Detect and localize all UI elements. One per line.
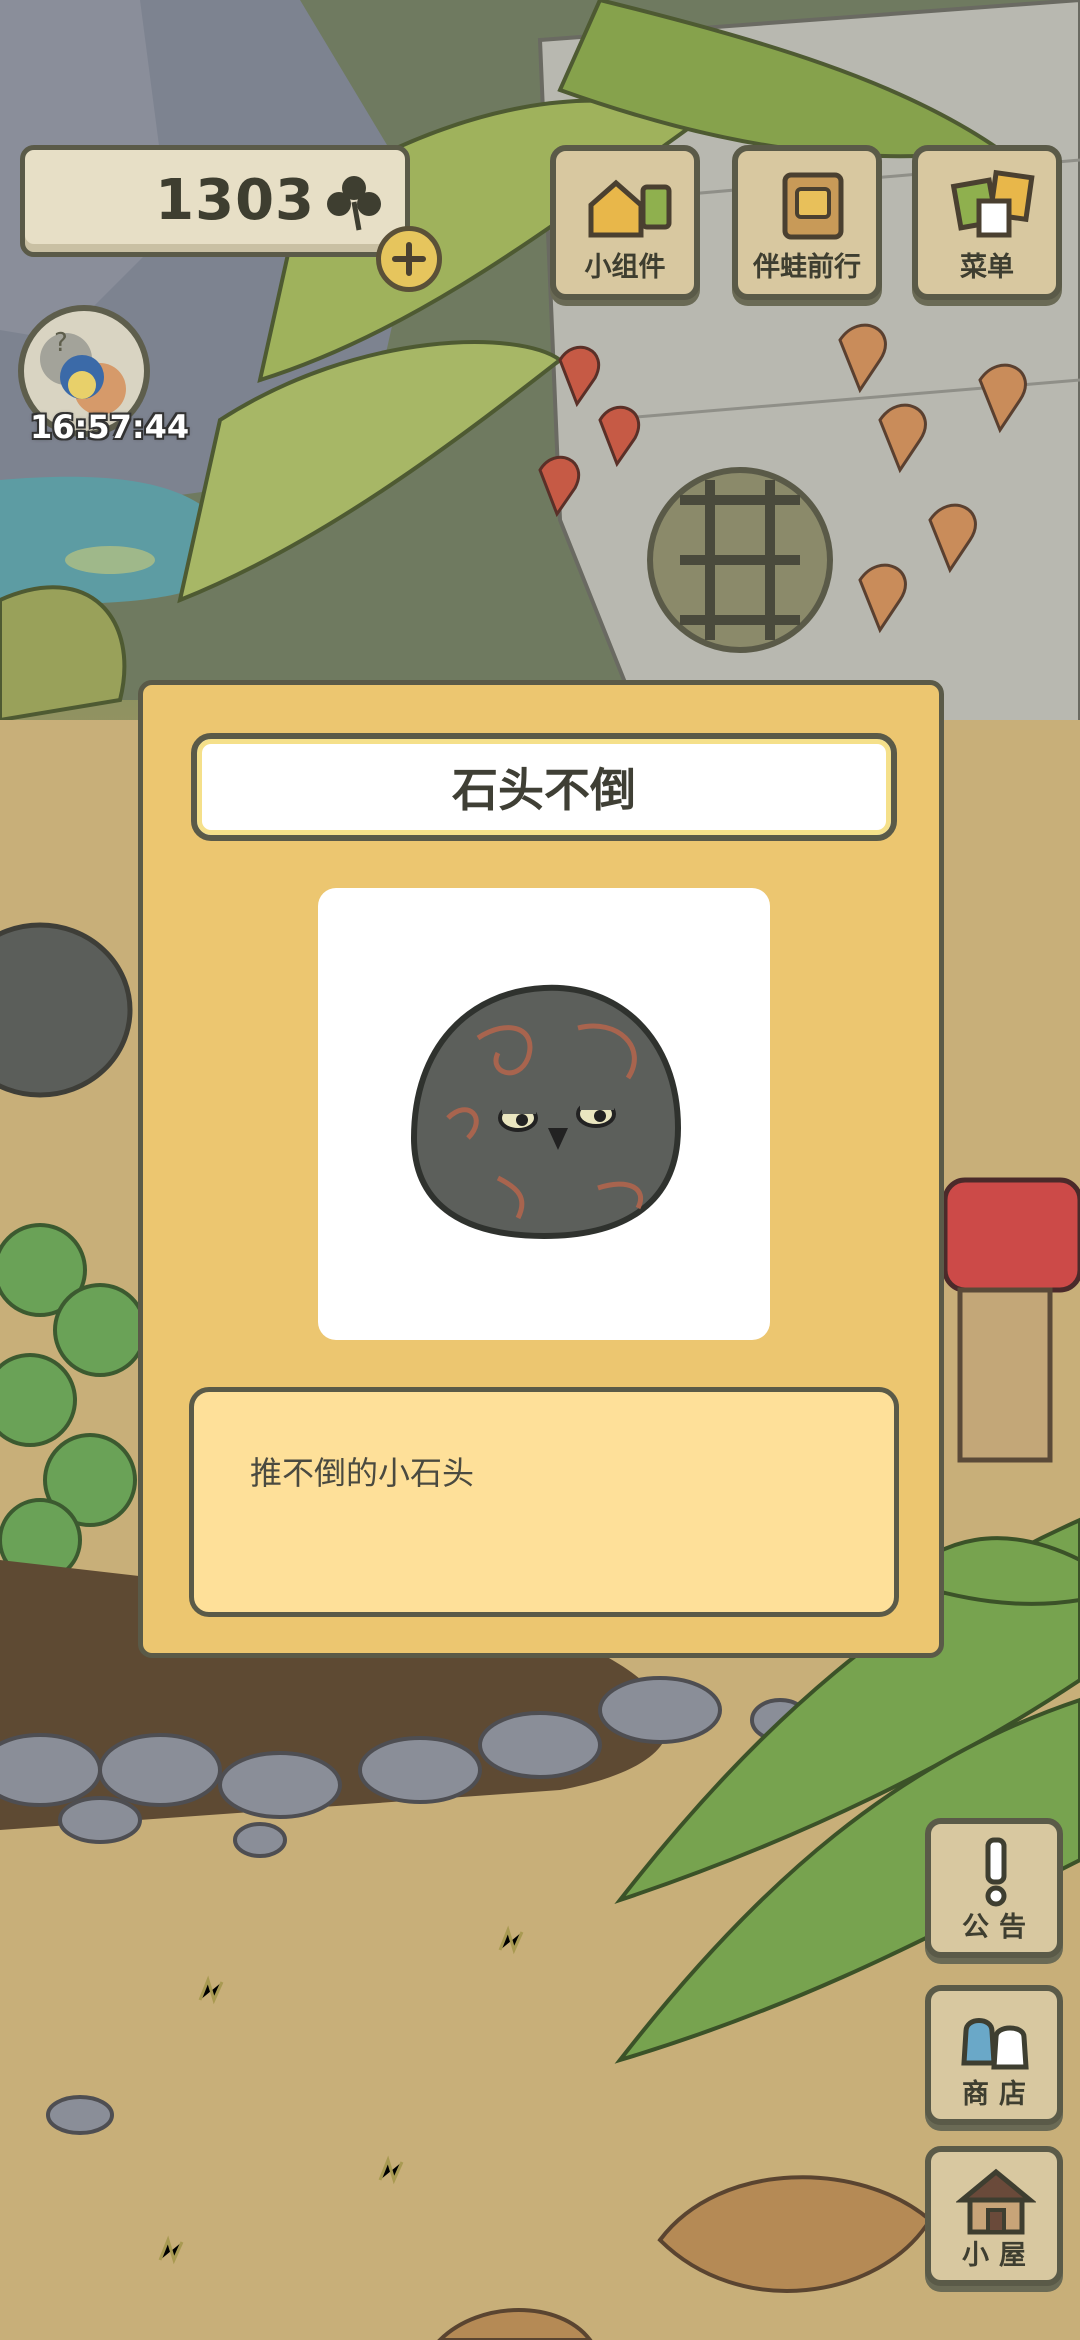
menu-label: 菜单 bbox=[960, 252, 1014, 283]
widget-icon bbox=[588, 179, 672, 238]
menu-button[interactable]: 菜单 bbox=[912, 145, 1062, 300]
notice-button[interactable]: 公告 bbox=[925, 1818, 1063, 1958]
clover-count: 1303 bbox=[155, 168, 315, 233]
widget-button[interactable]: 小组件 bbox=[550, 145, 700, 300]
item-description: 推不倒的小石头 bbox=[250, 1454, 475, 1492]
clover-counter: 1303 bbox=[20, 145, 410, 257]
svg-text:?: ? bbox=[54, 328, 68, 358]
frog-journey-icon bbox=[782, 172, 844, 240]
notice-label: 公告 bbox=[962, 1912, 1036, 1943]
stone-tumbler-icon bbox=[410, 984, 682, 1240]
item-title: 石头不倒 bbox=[452, 763, 636, 817]
frog-journey-button[interactable]: 伴蛙前行 bbox=[732, 145, 882, 300]
shop-button[interactable]: 商店 bbox=[925, 1985, 1063, 2125]
house-icon bbox=[956, 2168, 1036, 2235]
exclamation-icon bbox=[985, 1837, 1007, 1907]
house-button[interactable]: 小屋 bbox=[925, 2146, 1063, 2286]
plus-icon bbox=[392, 242, 426, 276]
clock-time: 16:57:44 bbox=[30, 408, 190, 446]
house-label: 小屋 bbox=[962, 2240, 1036, 2271]
item-description-box: 推不倒的小石头 bbox=[189, 1387, 899, 1617]
add-clover-button[interactable] bbox=[376, 226, 442, 292]
frog-journey-label: 伴蛙前行 bbox=[753, 252, 861, 283]
menu-cards-icon bbox=[950, 169, 1035, 238]
shop-bags-icon bbox=[961, 2018, 1029, 2070]
clover-icon bbox=[327, 176, 381, 231]
item-detail-dialog: 石头不倒 推不倒的小石头 bbox=[138, 680, 944, 1658]
shop-label: 商店 bbox=[962, 2079, 1036, 2110]
item-image-box bbox=[318, 888, 770, 1340]
item-title-box: 石头不倒 bbox=[191, 733, 897, 841]
widget-label: 小组件 bbox=[584, 252, 666, 283]
